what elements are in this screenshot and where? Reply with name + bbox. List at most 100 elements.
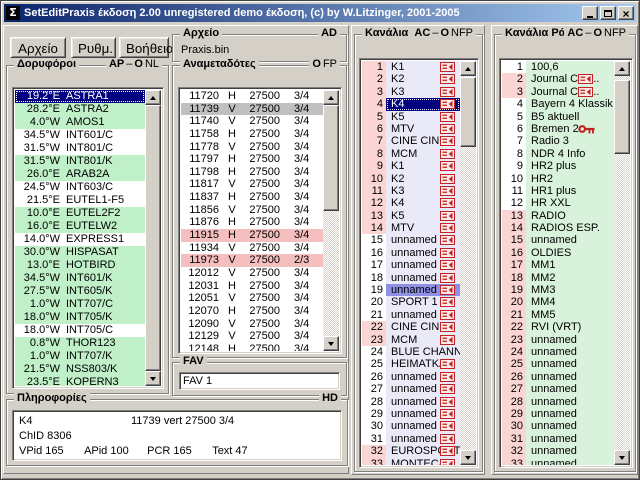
- tv-groupbox-flags[interactable]: AC–ONFP: [411, 27, 476, 39]
- transponder-row[interactable]: 11837H275003/4: [181, 191, 323, 204]
- scroll-down-button[interactable]: [460, 450, 476, 465]
- tv-channel-row[interactable]: 4K4: [362, 98, 460, 110]
- tv-channel-row[interactable]: 19unnamed: [362, 284, 460, 296]
- satellite-row[interactable]: 10.0°EEUTEL2F2: [15, 207, 145, 220]
- tv-channel-row[interactable]: 27unnamed: [362, 383, 460, 395]
- tv-channel-row[interactable]: 33MONTECA: [362, 458, 460, 466]
- title-bar[interactable]: Σ SetEditPraxis έκδοση 2.00 unregistered…: [4, 4, 636, 22]
- file-groupbox-flags[interactable]: AD: [318, 27, 340, 39]
- radio-channel-row[interactable]: 2Journal Che...: [502, 73, 614, 85]
- transponder-row[interactable]: 12012V275003/4: [181, 267, 323, 280]
- scrollbar[interactable]: [460, 61, 476, 465]
- satellite-row[interactable]: 21.5°WNSS803/K: [15, 363, 145, 376]
- tv-channel-row[interactable]: 5K5: [362, 111, 460, 123]
- satellite-row[interactable]: 26.0°EARAB2A: [15, 168, 145, 181]
- satellite-row[interactable]: 16.0°EEUTELW2: [15, 220, 145, 233]
- radio-channel-row[interactable]: 8NDR 4 Info: [502, 148, 614, 160]
- file-menu-button[interactable]: Αρχείο: [10, 37, 66, 58]
- radio-channel-row[interactable]: 11HR1 plus: [502, 185, 614, 197]
- tv-channel-row[interactable]: 24BLUE CHANNEL: [362, 346, 460, 358]
- transponder-row[interactable]: 11973V275002/3: [181, 254, 323, 267]
- close-button[interactable]: [618, 6, 634, 20]
- transponder-row[interactable]: 11817V275003/4: [181, 178, 323, 191]
- tv-channel-row[interactable]: 15unnamed: [362, 234, 460, 246]
- scroll-down-button[interactable]: [323, 336, 339, 351]
- satellite-row[interactable]: 23.5°EKOPERN3: [15, 376, 145, 386]
- tv-channel-row[interactable]: 2K2: [362, 73, 460, 85]
- scroll-up-button[interactable]: [614, 61, 630, 76]
- satellite-row[interactable]: 13.0°EHOTBIRD: [15, 259, 145, 272]
- radio-groupbox-flags[interactable]: AC–ONFP: [564, 27, 629, 39]
- transponders-list[interactable]: 11720H275003/411739V275003/411740V275003…: [178, 87, 342, 354]
- transponder-row[interactable]: 11797H275003/4: [181, 153, 323, 166]
- header-flag[interactable]: NFP: [450, 27, 474, 39]
- header-flag[interactable]: O: [311, 58, 322, 70]
- tv-channel-row[interactable]: 17unnamed: [362, 259, 460, 271]
- fav-select[interactable]: [179, 372, 340, 390]
- tv-channel-row[interactable]: 18unnamed: [362, 272, 460, 284]
- tv-channel-row[interactable]: 6MTV: [362, 123, 460, 135]
- transponder-row[interactable]: 11876H275003/4: [181, 216, 323, 229]
- radio-channel-row[interactable]: 3Journal Che...: [502, 86, 614, 98]
- satellite-row[interactable]: 28.2°EASTRA2: [15, 103, 145, 116]
- tv-channel-row[interactable]: 21unnamed: [362, 309, 460, 321]
- transponder-row[interactable]: 11758H275003/4: [181, 128, 323, 141]
- radio-channel-row[interactable]: 25unnamed: [502, 358, 614, 370]
- scrollbar-thumb[interactable]: [323, 105, 339, 211]
- transponder-row[interactable]: 12070H275003/4: [181, 305, 323, 318]
- tv-channel-row[interactable]: 31unnamed: [362, 433, 460, 445]
- radio-channel-row[interactable]: 15unnamed: [502, 234, 614, 246]
- tv-channel-row[interactable]: 13K5: [362, 210, 460, 222]
- radio-channel-row[interactable]: 1100,6: [502, 61, 614, 73]
- radio-channel-row[interactable]: 13RADIO: [502, 210, 614, 222]
- transponder-row[interactable]: 11915H275003/4: [181, 229, 323, 242]
- header-flag[interactable]: NFP: [603, 27, 627, 39]
- transponder-row[interactable]: 11740V275003/4: [181, 115, 323, 128]
- tv-channel-row[interactable]: 3K3: [362, 86, 460, 98]
- radio-channel-row[interactable]: 29unnamed: [502, 408, 614, 420]
- maximize-button[interactable]: [600, 6, 616, 20]
- radio-channel-row[interactable]: 26unnamed: [502, 371, 614, 383]
- radio-channel-row[interactable]: 32unnamed: [502, 445, 614, 457]
- header-flag[interactable]: O: [439, 27, 450, 39]
- satellite-row[interactable]: 1.0°WINT707/C: [15, 298, 145, 311]
- transponders-groupbox-flags[interactable]: OFP: [309, 58, 340, 70]
- radio-channel-row[interactable]: 28unnamed: [502, 396, 614, 408]
- tv-channel-row[interactable]: 8MCM: [362, 148, 460, 160]
- scrollbar-thumb[interactable]: [460, 77, 476, 147]
- satellite-row[interactable]: 30.0°WHISPASAT: [15, 246, 145, 259]
- settings-menu-button[interactable]: Ρυθμ.: [71, 37, 116, 58]
- help-menu-button[interactable]: Βοήθεια: [119, 37, 169, 58]
- tv-channel-row[interactable]: 11K3: [362, 185, 460, 197]
- tv-channel-row[interactable]: 25HEIMATKA...: [362, 358, 460, 370]
- satellite-row[interactable]: 21.5°EEUTEL1-F5: [15, 194, 145, 207]
- scroll-up-button[interactable]: [323, 90, 339, 105]
- radio-channel-row[interactable]: 18MM2: [502, 272, 614, 284]
- radio-channel-row[interactable]: 17MM1: [502, 259, 614, 271]
- satellite-row[interactable]: 31.5°WINT801/C: [15, 142, 145, 155]
- satellite-row[interactable]: 18.0°WINT705/K: [15, 311, 145, 324]
- scroll-up-button[interactable]: [145, 90, 161, 105]
- radio-channel-row[interactable]: 5B5 aktuell: [502, 111, 614, 123]
- scrollbar[interactable]: [614, 61, 630, 465]
- tv-channel-row[interactable]: 32EUROSPORT: [362, 445, 460, 457]
- transponder-row[interactable]: 12051V275003/4: [181, 292, 323, 305]
- transponder-row[interactable]: 11856V275003/4: [181, 204, 323, 217]
- transponder-row[interactable]: 11798H275003/4: [181, 166, 323, 179]
- radio-channel-row[interactable]: 4Bayern 4 Klassik: [502, 98, 614, 110]
- tv-channel-row[interactable]: 23MCM: [362, 334, 460, 346]
- tv-channel-row[interactable]: 22CINE CINE...: [362, 321, 460, 333]
- scrollbar-thumb[interactable]: [145, 105, 161, 371]
- transponder-row[interactable]: 11720H275003/4: [181, 90, 323, 103]
- header-flag[interactable]: FP: [322, 58, 338, 70]
- radio-channel-row[interactable]: 20MM4: [502, 296, 614, 308]
- scroll-down-button[interactable]: [614, 450, 630, 465]
- radio-channel-row[interactable]: 33unnamed: [502, 458, 614, 466]
- scroll-up-button[interactable]: [460, 61, 476, 76]
- tv-channel-row[interactable]: 9K1: [362, 160, 460, 172]
- radio-channel-row[interactable]: 16OLDIES: [502, 247, 614, 259]
- radio-channel-row[interactable]: 30unnamed: [502, 420, 614, 432]
- tv-channel-list[interactable]: 1K12K23K34K45K56MTV7CINE CINE...8MCM9K11…: [359, 58, 479, 468]
- radio-channel-row[interactable]: 9HR2 plus: [502, 160, 614, 172]
- tv-channel-row[interactable]: 7CINE CINE...: [362, 135, 460, 147]
